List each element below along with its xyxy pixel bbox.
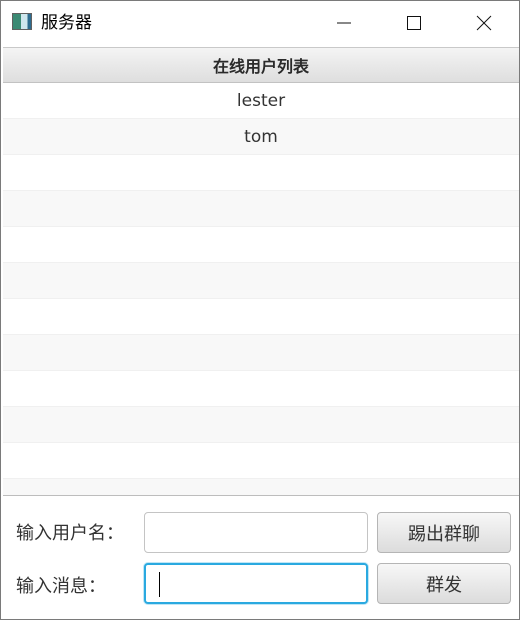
minimize-button[interactable] bbox=[321, 1, 367, 45]
table-row[interactable] bbox=[3, 479, 519, 495]
broadcast-button[interactable]: 群发 bbox=[377, 563, 511, 604]
table-row[interactable]: lester bbox=[3, 83, 519, 119]
maximize-icon bbox=[407, 16, 421, 30]
table-row[interactable] bbox=[3, 407, 519, 443]
table-row[interactable] bbox=[3, 227, 519, 263]
message-label: 输入消息： bbox=[16, 576, 106, 597]
close-button[interactable] bbox=[461, 1, 507, 45]
table-column-header[interactable]: 在线用户列表 bbox=[3, 48, 519, 83]
table-row[interactable] bbox=[3, 335, 519, 371]
table-row[interactable] bbox=[3, 191, 519, 227]
username-label: 输入用户名： bbox=[16, 523, 124, 544]
table-row[interactable] bbox=[3, 371, 519, 407]
table-row[interactable]: tom bbox=[3, 119, 519, 155]
minimize-icon bbox=[337, 22, 351, 24]
kick-button[interactable]: 踢出群聊 bbox=[377, 512, 511, 553]
table-rows: lester tom bbox=[3, 83, 519, 495]
close-icon bbox=[476, 15, 492, 31]
title-bar[interactable]: 服务器 bbox=[1, 1, 519, 45]
table-row[interactable] bbox=[3, 263, 519, 299]
table-row[interactable] bbox=[3, 299, 519, 335]
server-window: 服务器 在线用户列表 lester tom 输入用户名： 踢出群聊 输入消息： 群… bbox=[0, 0, 520, 620]
table-row[interactable] bbox=[3, 155, 519, 191]
text-caret bbox=[159, 572, 160, 597]
message-input[interactable] bbox=[144, 563, 368, 604]
username-input[interactable] bbox=[144, 512, 368, 553]
table-row[interactable] bbox=[3, 443, 519, 479]
online-users-table[interactable]: 在线用户列表 lester tom bbox=[3, 47, 519, 496]
maximize-button[interactable] bbox=[391, 1, 437, 45]
app-window-icon bbox=[12, 13, 32, 30]
window-title: 服务器 bbox=[41, 13, 92, 33]
